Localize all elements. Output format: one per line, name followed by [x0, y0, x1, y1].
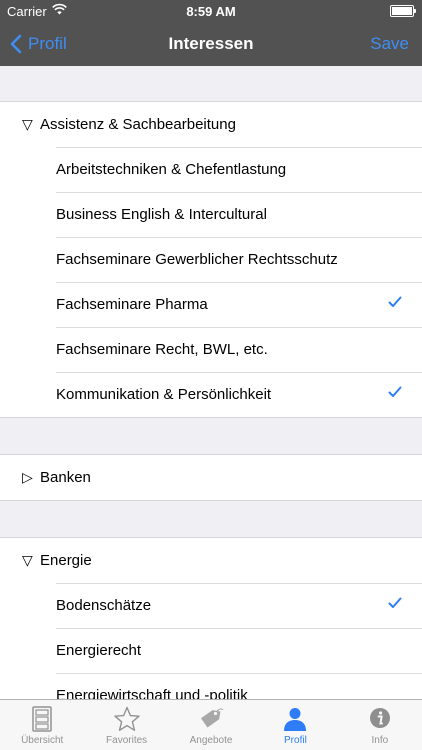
interest-label: Business English & Intercultural: [56, 206, 267, 223]
category-header-banken[interactable]: ▷ Banken: [0, 455, 422, 500]
tab-info[interactable]: Info: [338, 700, 422, 750]
status-bar: Carrier 8:59 AM: [0, 0, 422, 22]
tag-icon: [200, 708, 224, 728]
tab-bar: Übersicht Favorites Angebote Profil Info: [0, 699, 422, 750]
interest-row[interactable]: Business English & Intercultural: [0, 192, 422, 237]
save-button[interactable]: Save: [370, 34, 409, 54]
interest-row[interactable]: Fachseminare Recht, BWL, etc.: [0, 327, 422, 372]
interest-label: Fachseminare Pharma: [56, 296, 208, 313]
interest-row[interactable]: Bodenschätze: [0, 583, 422, 628]
interest-label: Fachseminare Recht, BWL, etc.: [56, 341, 268, 358]
tab-uebersicht[interactable]: Übersicht: [0, 700, 84, 750]
interest-label: Kommunikation & Persönlichkeit: [56, 386, 272, 403]
interest-row[interactable]: Energiewirtschaft und -politik: [0, 673, 422, 699]
category-group: ▽ Energie Bodenschätze Energierecht Ener…: [0, 537, 422, 699]
checkmark-icon: [388, 597, 402, 608]
tab-label: Angebote: [189, 735, 233, 746]
tab-profil[interactable]: Profil: [253, 700, 337, 750]
category-label: Energie: [40, 552, 92, 569]
interests-list[interactable]: ▽ Assistenz & Sachbearbeitung Arbeitstec…: [0, 66, 422, 699]
tab-label: Info: [371, 735, 389, 746]
interest-row[interactable]: Fachseminare Pharma: [0, 282, 422, 327]
interest-row[interactable]: Fachseminare Gewerblicher Rechtsschutz: [0, 237, 422, 282]
expanded-triangle-icon: ▽: [22, 116, 33, 132]
category-header-energie[interactable]: ▽ Energie: [0, 538, 422, 583]
interest-row[interactable]: Arbeitstechniken & Chefentlastung: [0, 147, 422, 192]
tab-label: Profil: [284, 735, 307, 746]
battery-icon: [390, 5, 416, 17]
interest-label: Energiewirtschaft und -politik: [56, 687, 248, 699]
category-label: Assistenz & Sachbearbeitung: [40, 116, 236, 133]
tab-favorites[interactable]: Favorites: [84, 700, 168, 750]
interest-label: Arbeitstechniken & Chefentlastung: [56, 161, 287, 178]
page-title: Interessen: [168, 34, 254, 53]
tab-angebote[interactable]: Angebote: [169, 700, 253, 750]
interest-label: Fachseminare Gewerblicher Rechtsschutz: [56, 251, 338, 268]
interest-row[interactable]: Energierecht: [0, 628, 422, 673]
clock: 8:59 AM: [186, 4, 236, 19]
tab-label: Übersicht: [21, 735, 64, 746]
checkmark-icon: [388, 386, 402, 397]
cabinet-icon: [32, 706, 52, 732]
interest-row[interactable]: Kommunikation & Persönlichkeit: [0, 372, 422, 417]
person-icon: [284, 708, 307, 731]
info-icon: [369, 708, 390, 728]
expanded-triangle-icon: ▽: [22, 552, 33, 568]
category-group: ▷ Banken: [0, 454, 422, 501]
collapsed-triangle-icon: ▷: [22, 469, 33, 485]
category-label: Banken: [40, 469, 91, 486]
navigation-bar: Profil Interessen Save: [0, 22, 422, 66]
star-icon: [113, 706, 140, 731]
interest-label: Energierecht: [56, 642, 142, 659]
category-header-assistenz[interactable]: ▽ Assistenz & Sachbearbeitung: [0, 102, 422, 147]
interest-label: Bodenschätze: [56, 597, 152, 614]
tab-label: Favorites: [106, 735, 148, 746]
category-group: ▽ Assistenz & Sachbearbeitung Arbeitstec…: [0, 101, 422, 418]
checkmark-icon: [388, 296, 402, 307]
